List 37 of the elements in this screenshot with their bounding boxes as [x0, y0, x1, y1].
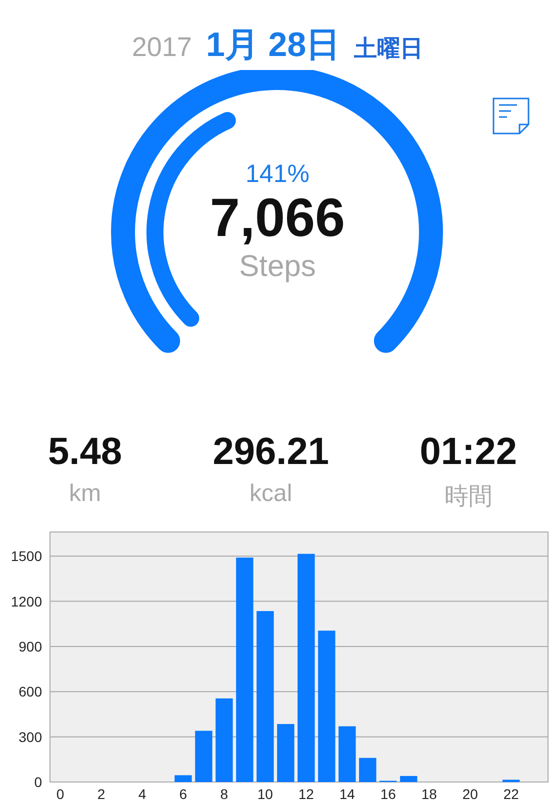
- x-tick-label: 16: [380, 786, 396, 800]
- bar: [359, 758, 376, 782]
- x-tick-label: 22: [503, 786, 519, 800]
- bar: [338, 726, 356, 782]
- x-tick-label: 18: [421, 786, 437, 800]
- weekday-label: 土曜日: [354, 34, 424, 63]
- y-tick-label: 900: [18, 638, 42, 654]
- x-tick-label: 10: [257, 786, 273, 800]
- bar: [195, 730, 212, 782]
- stat-unit: kcal: [250, 480, 292, 508]
- percent-label: 141%: [246, 160, 310, 189]
- stat-value: 296.21: [212, 431, 329, 474]
- x-tick-label: 4: [138, 786, 146, 800]
- y-tick-label: 600: [18, 684, 42, 700]
- bar: [277, 724, 294, 782]
- steps-label: Steps: [239, 250, 316, 284]
- y-tick-label: 300: [18, 728, 42, 745]
- x-tick-label: 0: [56, 786, 64, 800]
- stat-unit: km: [68, 480, 101, 508]
- x-tick-label: 12: [298, 786, 314, 800]
- y-tick-label: 1500: [10, 548, 42, 564]
- x-tick-label: 2: [97, 786, 106, 800]
- bar: [502, 780, 520, 782]
- x-tick-label: 6: [179, 786, 188, 800]
- year-label: 2017: [132, 32, 192, 63]
- stat-value: 5.48: [48, 431, 122, 474]
- x-tick-label: 8: [220, 786, 228, 800]
- note-icon[interactable]: [492, 97, 530, 135]
- date-label: 1月 28日: [206, 25, 340, 66]
- x-tick-label: 14: [339, 786, 355, 800]
- y-tick-label: 1200: [10, 593, 42, 610]
- stat-unit: 時間: [444, 482, 492, 512]
- step-count: 7,066: [210, 189, 346, 248]
- y-tick-label: 0: [34, 774, 42, 790]
- bar: [174, 775, 192, 782]
- x-tick-label: 20: [462, 786, 478, 800]
- stat-value: 01:22: [420, 431, 517, 474]
